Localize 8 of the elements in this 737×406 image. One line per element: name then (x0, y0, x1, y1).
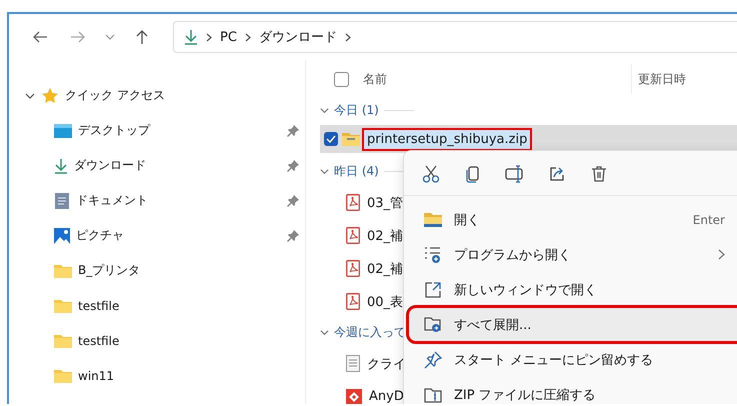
file-name: クライ (366, 356, 407, 374)
file-name: printersetup_shibuya.zip (364, 130, 530, 148)
file-name: 03_管 (366, 194, 404, 212)
file-name: 00_表 (366, 294, 404, 312)
shortcut-text: Enter (692, 212, 725, 226)
file-name: 02_補 (366, 260, 404, 278)
file-name: 02_補 (366, 228, 404, 246)
file-name: AnyD (368, 388, 405, 404)
